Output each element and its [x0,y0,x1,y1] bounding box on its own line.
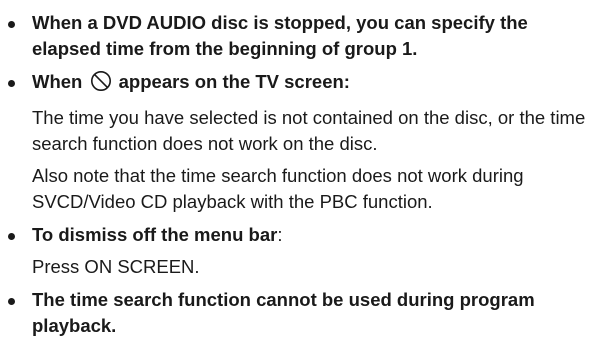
item-heading: When appears on the TV screen: [32,69,592,99]
heading-suffix: appears on the TV screen: [118,71,350,92]
item-heading: The time search function cannot be used … [32,289,535,336]
list-item: When a DVD AUDIO disc is stopped, you ca… [8,10,592,62]
bullet-icon [8,298,15,305]
list-item: When appears on the TV screen: The time … [8,69,592,215]
manual-page: When a DVD AUDIO disc is stopped, you ca… [0,0,596,342]
item-heading: To dismiss off the menu bar: [32,222,592,248]
prohibited-icon [90,70,112,99]
heading-colon: : [277,224,283,245]
heading-text: To dismiss off the menu bar [32,224,278,245]
bullet-icon [8,233,15,240]
item-paragraph: Also note that the time search function … [32,165,524,212]
bullet-icon [8,21,15,28]
item-heading: When a DVD AUDIO disc is stopped, you ca… [32,12,528,59]
bullet-icon [8,80,15,87]
heading-prefix: When [32,71,83,92]
item-paragraph: The time you have selected is not contai… [32,107,586,154]
list-item: To dismiss off the menu bar: Press ON SC… [8,222,592,280]
item-paragraph: Press ON SCREEN. [32,256,200,277]
list-item: The time search function cannot be used … [8,287,592,339]
